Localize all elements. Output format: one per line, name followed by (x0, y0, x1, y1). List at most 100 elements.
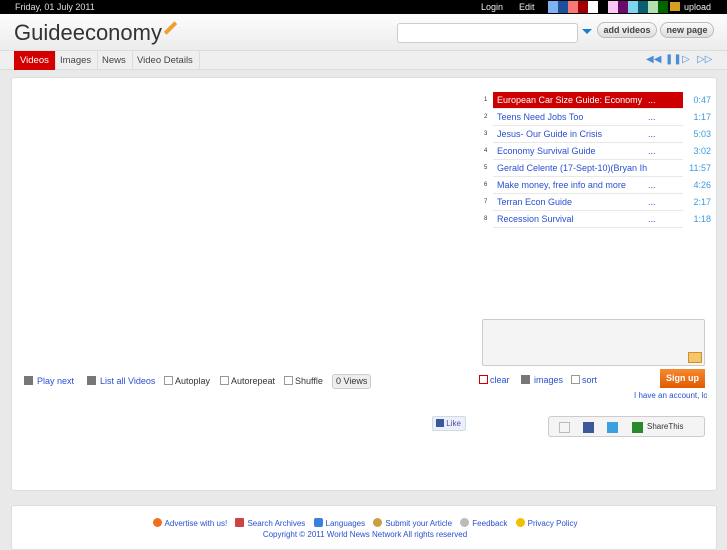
fast-forward-icon[interactable]: ▷▷ (697, 54, 712, 65)
footer-link-search-archives[interactable]: Search Archives (235, 518, 305, 528)
item-number: 6 (484, 182, 488, 188)
twitter-icon[interactable] (607, 422, 618, 433)
item-more[interactable]: ... (648, 214, 656, 224)
item-title: Terran Econ Guide (497, 197, 573, 207)
item-title: Make money, free info and more (497, 180, 626, 190)
sign-up-button[interactable]: Sign up (660, 369, 705, 388)
playlist-item[interactable]: 7 Terran Econ Guide... 2:17 (484, 194, 711, 211)
login-account-link[interactable]: I have an account, lo (634, 391, 707, 400)
facebook-icon (436, 419, 444, 427)
autoplay-checkbox[interactable]: Autoplay (164, 376, 210, 386)
color-swatch[interactable] (598, 1, 608, 13)
footer-link-languages[interactable]: Languages (313, 518, 365, 528)
tab-videos[interactable]: Videos (14, 51, 56, 70)
languages-icon (313, 518, 323, 527)
item-title: Recession Survival (497, 214, 574, 224)
item-number: 5 (484, 165, 488, 171)
item-more[interactable]: ... (648, 129, 656, 139)
footer-link-privacy-policy[interactable]: Privacy Policy (515, 518, 577, 528)
facebook-icon[interactable] (583, 422, 594, 433)
footer-link-feedback[interactable]: Feedback (460, 518, 507, 528)
playlist-item[interactable]: 8 Recession Survival... 1:18 (484, 211, 711, 228)
color-swatch[interactable] (658, 1, 668, 13)
playlist: 1 European Car Size Guide: Economy... 0:47… (481, 92, 711, 228)
pen-icon (373, 518, 383, 527)
copyright: Copyright © 2011 World News Network All … (262, 530, 468, 539)
calendar-icon (235, 518, 245, 527)
pause-icon[interactable]: ❚❚ (665, 54, 682, 65)
item-number: 2 (484, 114, 488, 120)
plus-icon (87, 376, 96, 385)
item-more[interactable]: ... (648, 95, 656, 105)
edit-link[interactable]: Edit (519, 2, 535, 12)
header: Guideeconomy add videos new page (0, 14, 727, 50)
envelope-icon (688, 352, 702, 363)
add-videos-button[interactable]: add videos (597, 22, 657, 38)
color-swatch[interactable] (558, 1, 568, 13)
playlist-item[interactable]: 6 Make money, free info and more... 4:26 (484, 177, 711, 194)
footer-link-advertise[interactable]: Advertise with us! (152, 518, 227, 528)
playlist-item[interactable]: 3 Jesus- Our Guide in Crisis... 5:03 (484, 126, 711, 143)
item-title: Jesus- Our Guide in Crisis (497, 129, 603, 139)
share-bar: ShareThis (548, 416, 705, 437)
item-duration: 1:17 (693, 112, 711, 122)
playlist-item[interactable]: 4 Economy Survival Guide... 3:02 (484, 143, 711, 160)
search-input[interactable] (397, 23, 578, 43)
advertise-icon (152, 518, 162, 527)
pencil-icon (163, 21, 178, 35)
item-more[interactable]: ... (648, 112, 656, 122)
play-next-button[interactable]: Play next (24, 376, 74, 386)
color-swatch[interactable] (568, 1, 578, 13)
color-swatch[interactable] (548, 1, 558, 13)
item-more[interactable]: ... (648, 180, 656, 190)
color-swatch[interactable] (618, 1, 628, 13)
list-all-videos-button[interactable]: List all Videos (87, 376, 155, 386)
item-title: Economy Survival Guide (497, 146, 596, 156)
color-swatch[interactable] (628, 1, 638, 13)
site-logo[interactable]: Guideeconomy (14, 20, 162, 46)
login-link[interactable]: Login (481, 2, 503, 12)
images-button[interactable]: images (521, 375, 563, 385)
play-next-icon (24, 376, 33, 385)
email-icon[interactable] (559, 422, 570, 433)
comment-box[interactable] (482, 319, 705, 366)
playlist-item[interactable]: 2 Teens Need Jobs Too... 1:17 (484, 109, 711, 126)
item-title: Gerald Celente (17-Sept-10)(Bryan Ihrk..… (497, 163, 647, 173)
item-duration: 2:17 (693, 197, 711, 207)
item-title: European Car Size Guide: Economy (497, 95, 643, 105)
tab-news[interactable]: News (96, 51, 133, 70)
upload-link[interactable]: upload (684, 2, 711, 12)
new-page-button[interactable]: new page (660, 22, 714, 38)
playlist-item[interactable]: 1 European Car Size Guide: Economy... 0:47 (484, 92, 711, 109)
autorepeat-checkbox[interactable]: Autorepeat (220, 376, 275, 386)
sharethis-icon[interactable] (632, 422, 643, 433)
grid-icon (521, 375, 530, 384)
item-duration: 0:47 (693, 95, 711, 105)
dropdown-arrow-icon[interactable] (582, 29, 592, 34)
tab-images[interactable]: Images (54, 51, 99, 70)
item-number: 3 (484, 131, 488, 137)
color-swatch[interactable] (638, 1, 648, 13)
footer-link-submit-article[interactable]: Submit your Article (373, 518, 452, 528)
sharethis-label[interactable]: ShareThis (647, 422, 683, 431)
color-swatch[interactable] (578, 1, 588, 13)
item-number: 1 (484, 97, 488, 103)
sort-button[interactable]: sort (571, 375, 597, 385)
top-bar: Friday, 01 July 2011 Login Edit upload (0, 0, 727, 14)
shuffle-checkbox[interactable]: Shuffle (284, 376, 323, 386)
color-swatch[interactable] (648, 1, 658, 13)
play-icon[interactable]: ▷ (682, 54, 690, 65)
tab-video-details[interactable]: Video Details (131, 51, 200, 70)
rewind-icon[interactable]: ◀◀ (646, 54, 661, 65)
playlist-item[interactable]: 5 Gerald Celente (17-Sept-10)(Bryan Ihrk.… (484, 160, 711, 177)
facebook-like-button[interactable]: Like (432, 416, 466, 431)
item-more[interactable]: ... (648, 146, 656, 156)
clear-button[interactable]: clear (479, 375, 510, 385)
clear-icon (479, 375, 488, 384)
color-swatch[interactable] (588, 1, 598, 13)
views-count: 0 Views (332, 374, 372, 389)
color-swatch[interactable] (608, 1, 618, 13)
upload-icon (670, 2, 680, 11)
item-more[interactable]: ... (648, 197, 656, 207)
item-duration: 11:57 (689, 163, 711, 173)
